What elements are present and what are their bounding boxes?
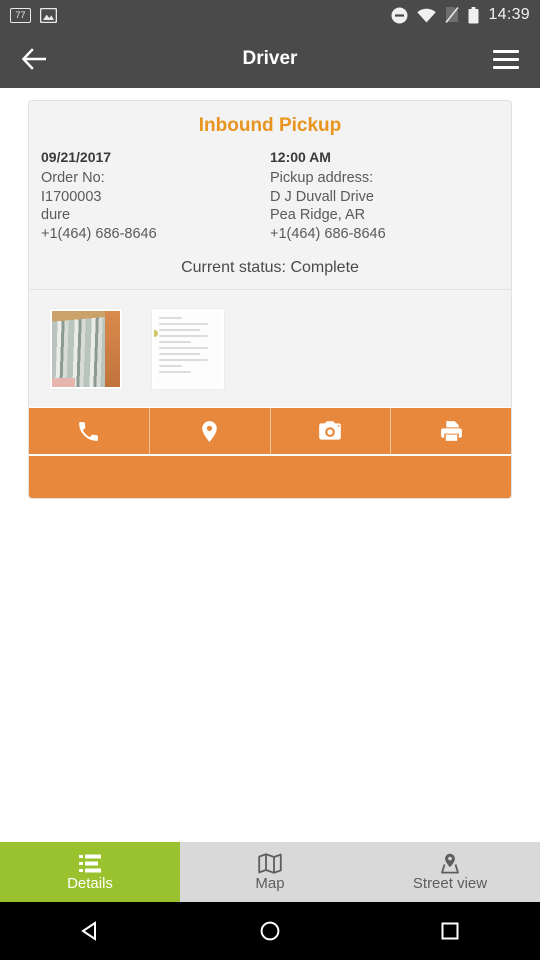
circle-home-icon: [260, 921, 280, 941]
tab-details[interactable]: Details: [0, 842, 180, 902]
battery-icon: [468, 6, 479, 23]
pickup-card: Inbound Pickup 09/21/2017 Order No: I170…: [28, 100, 512, 500]
camera-icon: [319, 421, 342, 440]
document-thumbnail-image: [154, 310, 222, 387]
square-recents-icon: [441, 922, 459, 940]
pickup-address-line2: Pea Ridge, AR: [270, 207, 366, 224]
android-status-bar: 77 14:39: [0, 0, 540, 30]
list-icon: [79, 854, 101, 872]
order-date: 09/21/2017: [41, 149, 112, 165]
tab-map[interactable]: Map: [180, 842, 360, 902]
order-contact: dure: [41, 207, 71, 224]
card-action-bar: [29, 407, 511, 455]
card-details: 09/21/2017 Order No: I1700003 dure +1(46…: [29, 149, 511, 255]
pickup-address-line1: D J Duvall Drive: [270, 188, 374, 205]
card-bottom-strip[interactable]: [29, 454, 511, 499]
phone-icon: [79, 421, 99, 441]
camera-button[interactable]: [270, 408, 392, 455]
document-marker-icon: [154, 330, 158, 338]
call-button[interactable]: [29, 408, 150, 455]
photo-thumbnail-image: [52, 310, 120, 387]
order-no-label: Order No:: [41, 170, 105, 186]
system-home-button[interactable]: [247, 908, 293, 954]
current-status: Current status: Complete: [181, 259, 359, 277]
no-sim-icon: [445, 7, 460, 23]
content-area: Inbound Pickup 09/21/2017 Order No: I170…: [0, 88, 540, 500]
order-no-value: I1700003: [41, 188, 102, 205]
back-button[interactable]: [14, 39, 54, 79]
app-screen: 77 14:39 Driver Inbound Pickup 09/21/201…: [0, 0, 540, 960]
attachments-row: [29, 289, 511, 408]
order-phone: +1(464) 686-8646: [41, 225, 157, 242]
photo-thumbnail[interactable]: [49, 307, 123, 390]
map-icon: [258, 853, 282, 874]
back-arrow-icon: [21, 48, 46, 70]
card-title: Inbound Pickup: [198, 115, 342, 136]
wifi-icon: [417, 8, 437, 22]
pickup-address-label: Pickup address:: [270, 170, 374, 186]
system-recents-button[interactable]: [427, 908, 473, 954]
image-icon: [40, 7, 57, 23]
pickup-column: 12:00 AM Pickup address: D J Duvall Driv…: [270, 149, 499, 243]
bottom-navigation: Details Map Street view: [0, 842, 540, 902]
pickup-phone: +1(464) 686-8646: [270, 225, 386, 242]
page-title: Driver: [242, 48, 298, 69]
tab-map-label: Map: [255, 875, 285, 892]
android-navigation-bar: [0, 902, 540, 960]
tab-street-view[interactable]: Street view: [360, 842, 540, 902]
tab-details-label: Details: [67, 874, 113, 892]
document-thumbnail[interactable]: [151, 307, 225, 390]
tab-street-view-label: Street view: [412, 875, 488, 892]
order-column: 09/21/2017 Order No: I1700003 dure +1(46…: [41, 149, 270, 243]
status-bar-left-icons: 77: [10, 7, 57, 23]
menu-button[interactable]: [486, 39, 526, 79]
hamburger-menu-icon: [493, 49, 519, 69]
street-view-icon: [441, 853, 459, 874]
print-button[interactable]: [391, 408, 511, 455]
app-toolbar: Driver: [0, 30, 540, 88]
location-button[interactable]: [149, 408, 271, 455]
do-not-disturb-icon: [391, 7, 408, 23]
map-pin-icon: [202, 420, 217, 442]
status-bar-clock: 14:39: [488, 6, 530, 23]
triangle-back-icon: [81, 921, 96, 941]
printer-icon: [440, 420, 462, 441]
pickup-time: 12:00 AM: [270, 149, 331, 165]
counter-77-icon: 77: [10, 7, 31, 23]
status-bar-right-icons: 14:39: [391, 6, 530, 24]
system-back-button[interactable]: [67, 908, 113, 954]
